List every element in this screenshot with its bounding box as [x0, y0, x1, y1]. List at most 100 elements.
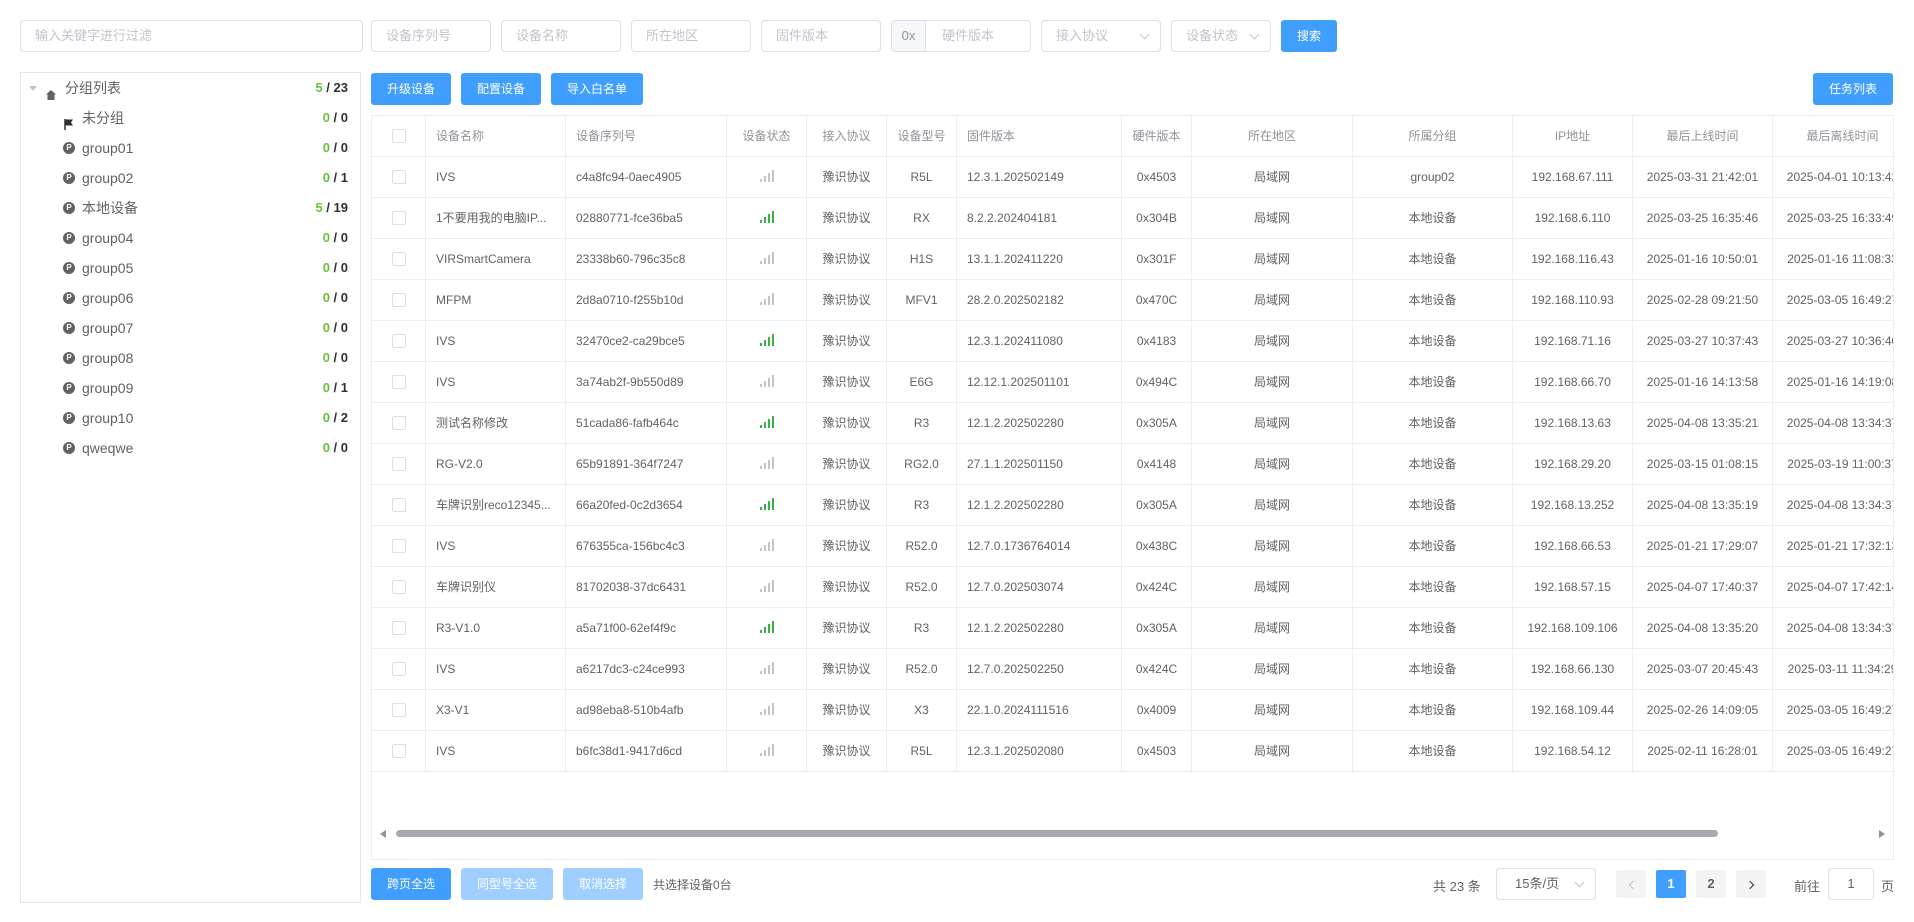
cell-firmware: 27.1.1.202501150	[957, 444, 1122, 485]
page-2-button[interactable]: 2	[1696, 870, 1726, 898]
table-row[interactable]: MFPM 2d8a0710-f255b10d 豫识协议 MFV1 28.2.0.2025…	[372, 280, 1893, 321]
row-checkbox[interactable]	[391, 415, 406, 430]
keyword-filter-input[interactable]: 输入关键字进行过滤	[20, 20, 363, 52]
tree-item[interactable]: Pgroup02 0 / 1	[21, 163, 360, 193]
table-row[interactable]: IVS 32470ce2-ca29bce5 豫识协议 12.3.1.202411080…	[372, 321, 1893, 362]
tree-item[interactable]: Pgroup04 0 / 0	[21, 223, 360, 253]
column-header[interactable]: 最后上线时间	[1633, 116, 1773, 157]
row-checkbox[interactable]	[391, 620, 406, 635]
column-header[interactable]: IP地址	[1513, 116, 1633, 157]
select-same-model-button[interactable]: 同型号全选	[461, 868, 553, 900]
table-row[interactable]: 测试名称修改 51cada86-fafb464c 豫识协议 R3 12.1.2.2025…	[372, 403, 1893, 444]
cell-last-online: 2025-01-21 17:29:07	[1633, 526, 1773, 567]
row-checkbox-cell	[372, 731, 426, 772]
scroll-right-icon[interactable]	[1879, 830, 1885, 838]
scroll-left-icon[interactable]	[380, 830, 386, 838]
column-header[interactable]: 设备状态	[727, 116, 807, 157]
column-header[interactable]: 设备型号	[887, 116, 957, 157]
table-row[interactable]: RG-V2.0 65b91891-364f7247 豫识协议 RG2.0 27.1.1.…	[372, 444, 1893, 485]
signal-offline-icon	[759, 703, 774, 716]
next-page-button[interactable]	[1736, 870, 1766, 898]
select-all-checkbox[interactable]	[391, 128, 406, 143]
tree-item[interactable]: 未分组 0 / 0	[21, 103, 360, 133]
cell-hardware: 0x305A	[1122, 403, 1192, 444]
cell-group: group02	[1353, 157, 1513, 198]
tree-root[interactable]: 分组列表 5 / 23	[21, 73, 360, 103]
row-checkbox[interactable]	[391, 210, 406, 225]
scrollbar-thumb[interactable]	[396, 830, 1718, 837]
signal-online-icon	[759, 334, 774, 347]
table-row[interactable]: IVS a6217dc3-c24ce993 豫识协议 R52.0 12.7.0.2025…	[372, 649, 1893, 690]
row-checkbox[interactable]	[391, 702, 406, 717]
row-checkbox[interactable]	[391, 456, 406, 471]
upgrade-device-button[interactable]: 升级设备	[371, 73, 451, 105]
table-row[interactable]: IVS b6fc38d1-9417d6cd 豫识协议 R5L 12.3.1.202502…	[372, 731, 1893, 772]
cell-firmware: 13.1.1.202411220	[957, 239, 1122, 280]
name-input[interactable]: 设备名称	[501, 20, 621, 52]
table-row[interactable]: R3-V1.0 a5a71f00-62ef4f9c 豫识协议 R3 12.1.2.202…	[372, 608, 1893, 649]
table-row[interactable]: IVS c4a8fc94-0aec4905 豫识协议 R5L 12.3.1.202502…	[372, 157, 1893, 198]
table-row[interactable]: VIRSmartCamera 23338b60-796c35c8 豫识协议 H1S 13…	[372, 239, 1893, 280]
cell-last-online: 2025-04-08 13:35:19	[1633, 485, 1773, 526]
cancel-select-button[interactable]: 取消选择	[563, 868, 643, 900]
tree-item-count: 5 / 19	[315, 200, 348, 215]
row-checkbox[interactable]	[391, 743, 406, 758]
signal-offline-icon	[759, 662, 774, 675]
column-header[interactable]: 设备名称	[426, 116, 566, 157]
row-checkbox[interactable]	[391, 579, 406, 594]
tree-item[interactable]: Pqweqwe 0 / 0	[21, 433, 360, 463]
cell-hardware: 0x4503	[1122, 731, 1192, 772]
tree-item[interactable]: Pgroup07 0 / 0	[21, 313, 360, 343]
tree-item[interactable]: Pgroup05 0 / 0	[21, 253, 360, 283]
tree-item[interactable]: Pgroup06 0 / 0	[21, 283, 360, 313]
row-checkbox[interactable]	[391, 292, 406, 307]
table-row[interactable]: 车牌识别reco12345... 66a20fed-0c2d3654 豫识协议 R3 1…	[372, 485, 1893, 526]
cell-protocol: 豫识协议	[807, 608, 887, 649]
row-checkbox[interactable]	[391, 169, 406, 184]
tree-item[interactable]: Pgroup09 0 / 1	[21, 373, 360, 403]
signal-cell	[727, 239, 807, 280]
configure-device-button[interactable]: 配置设备	[461, 73, 541, 105]
tree-item[interactable]: Pgroup10 0 / 2	[21, 403, 360, 433]
row-checkbox[interactable]	[391, 538, 406, 553]
table-row[interactable]: 车牌识别仪 81702038-37dc6431 豫识协议 R52.0 12.7.0.20…	[372, 567, 1893, 608]
page-1-button[interactable]: 1	[1656, 870, 1686, 898]
import-whitelist-button[interactable]: 导入白名单	[551, 73, 643, 105]
caret-down-icon[interactable]	[29, 86, 37, 91]
column-header[interactable]: 固件版本	[957, 116, 1122, 157]
column-header[interactable]: 接入协议	[807, 116, 887, 157]
hardware-input[interactable]: 0x 硬件版本	[891, 20, 1031, 52]
prev-page-button[interactable]	[1616, 870, 1646, 898]
row-checkbox[interactable]	[391, 333, 406, 348]
column-header[interactable]: 所属分组	[1353, 116, 1513, 157]
firmware-input[interactable]: 固件版本	[761, 20, 881, 52]
cell-serial: a5a71f00-62ef4f9c	[566, 608, 727, 649]
serial-input[interactable]: 设备序列号	[371, 20, 491, 52]
horizontal-scrollbar[interactable]	[372, 828, 1893, 838]
tree-item[interactable]: Pgroup08 0 / 0	[21, 343, 360, 373]
table-row[interactable]: 1不要用我的电脑IP... 02880771-fce36ba5 豫识协议 RX 8.2.…	[372, 198, 1893, 239]
goto-page-input[interactable]: 1	[1828, 868, 1874, 900]
signal-cell	[727, 485, 807, 526]
table-row[interactable]: X3-V1 ad98eba8-510b4afb 豫识协议 X3 22.1.0.20241…	[372, 690, 1893, 731]
region-input[interactable]: 所在地区	[631, 20, 751, 52]
column-header[interactable]: 最后离线时间	[1773, 116, 1893, 157]
page-size-select[interactable]: 15条/页	[1496, 868, 1596, 900]
tree-item[interactable]: P 本地设备 5 / 19	[21, 193, 360, 223]
status-select[interactable]: 设备状态	[1171, 20, 1271, 52]
table-row[interactable]: IVS 3a74ab2f-9b550d89 豫识协议 E6G 12.12.1.20250…	[372, 362, 1893, 403]
row-checkbox[interactable]	[391, 497, 406, 512]
tree-item[interactable]: Pgroup01 0 / 0	[21, 133, 360, 163]
task-list-button[interactable]: 任务列表	[1813, 73, 1893, 105]
row-checkbox[interactable]	[391, 374, 406, 389]
select-all-pages-button[interactable]: 跨页全选	[371, 868, 451, 900]
column-header[interactable]: 所在地区	[1192, 116, 1353, 157]
row-checkbox[interactable]	[391, 251, 406, 266]
column-header[interactable]: 设备序列号	[566, 116, 727, 157]
row-checkbox[interactable]	[391, 661, 406, 676]
table-row[interactable]: IVS 676355ca-156bc4c3 豫识协议 R52.0 12.7.0.1736…	[372, 526, 1893, 567]
cell-firmware: 12.3.1.202411080	[957, 321, 1122, 362]
column-header[interactable]: 硬件版本	[1122, 116, 1192, 157]
search-button[interactable]: 搜索	[1281, 20, 1337, 52]
protocol-select[interactable]: 接入协议	[1041, 20, 1161, 52]
